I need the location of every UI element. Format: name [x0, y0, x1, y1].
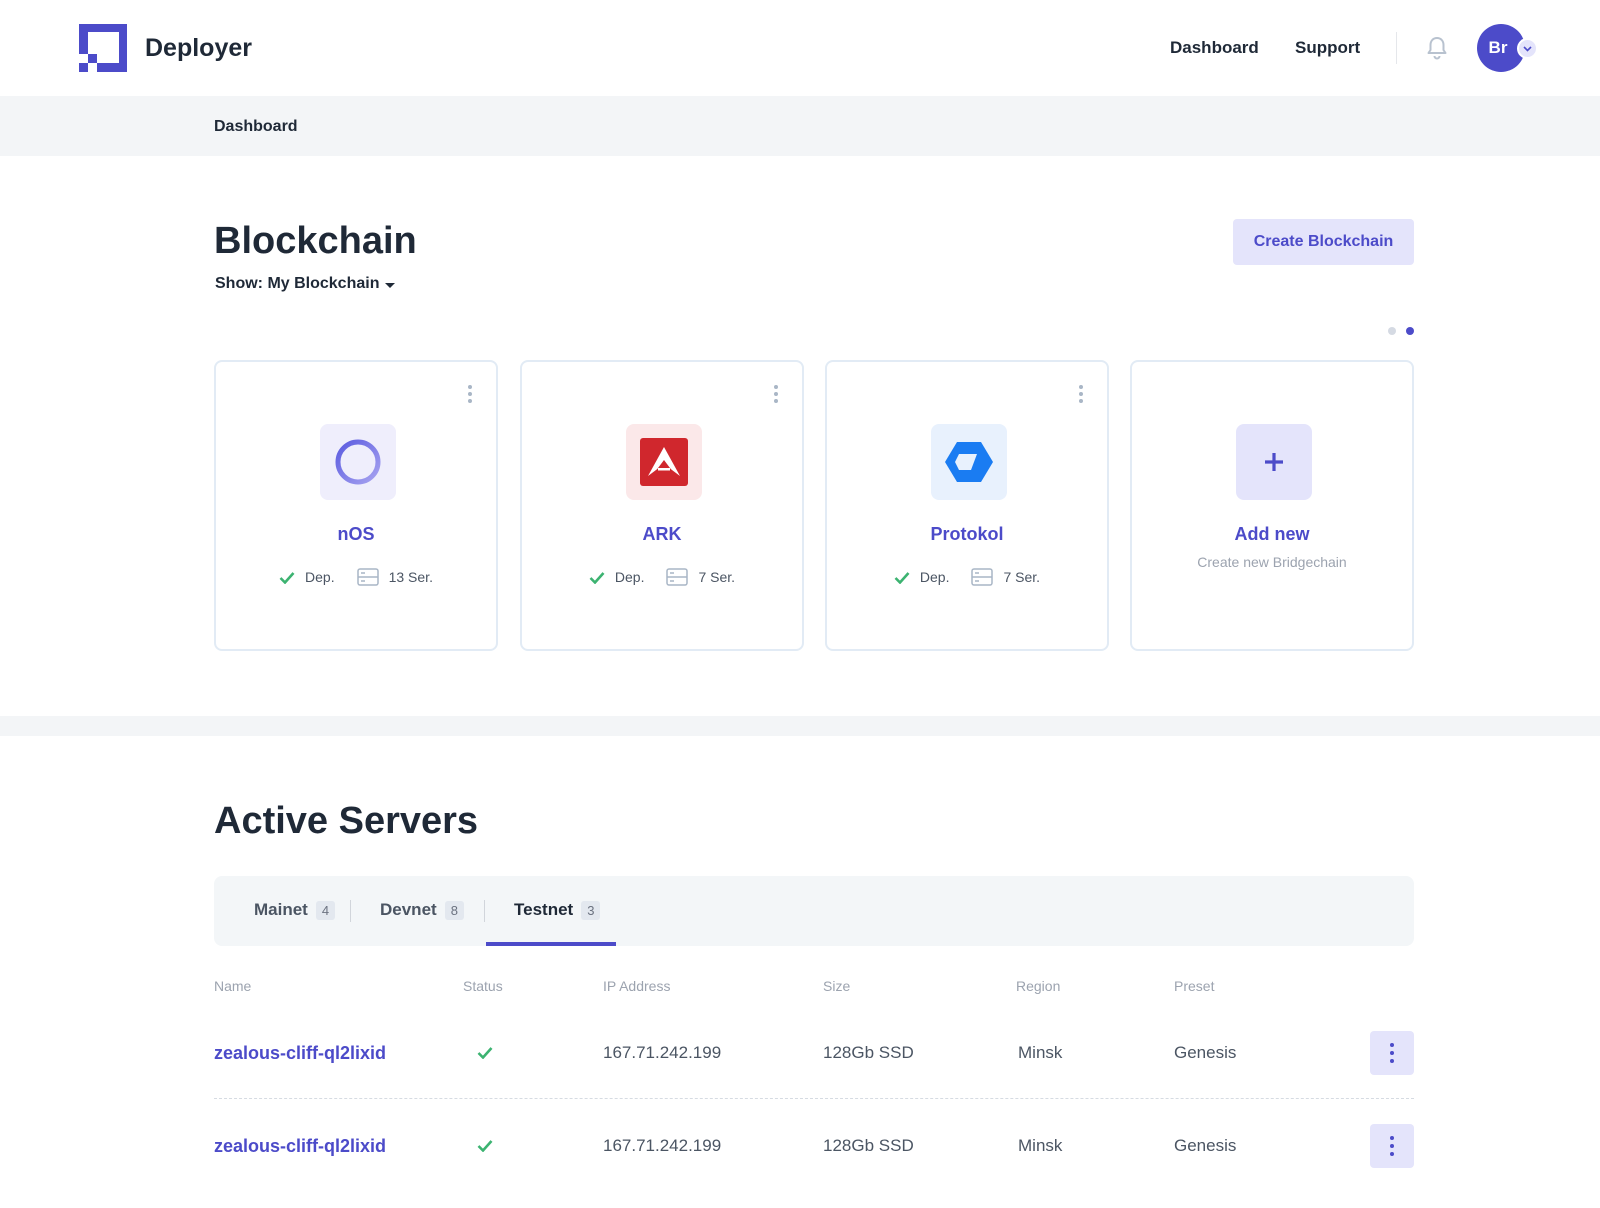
tab-count-badge: 4 — [315, 900, 336, 920]
top-header: Deployer Dashboard Support Br — [0, 0, 1600, 96]
server-ip: 167.71.242.199 — [603, 1043, 722, 1062]
server-name-link[interactable]: zealous-cliff-ql2lixid — [214, 1136, 386, 1157]
breadcrumb-bar: Dashboard — [0, 96, 1600, 156]
card-name[interactable]: nOS — [216, 524, 496, 545]
show-filter-label: Show: My Blockchain — [215, 275, 380, 292]
tab-mainet[interactable]: Mainet 4 — [254, 900, 336, 920]
breadcrumb[interactable]: Dashboard — [214, 118, 298, 136]
blockchain-card-ark[interactable]: ARK Dep. 7 Ser. — [520, 360, 804, 651]
server-icon — [971, 568, 994, 586]
server-size: 128Gb SSD — [823, 1136, 914, 1155]
card-name[interactable]: Protokol — [827, 524, 1107, 545]
deployer-logo[interactable] — [79, 24, 127, 72]
server-count: 7 Ser. — [1003, 569, 1041, 585]
row-actions-button[interactable] — [1370, 1124, 1414, 1168]
column-header-status[interactable]: Status — [463, 978, 503, 994]
server-icon — [666, 568, 689, 586]
nav-divider — [1396, 32, 1397, 64]
ark-logo — [626, 424, 702, 500]
server-preset: Genesis — [1174, 1043, 1237, 1062]
blockchain-card-nos[interactable]: nOS Dep. 13 Ser. — [214, 360, 498, 651]
avatar-initials: Br — [1488, 38, 1508, 57]
chevron-down-icon[interactable] — [1517, 38, 1538, 59]
show-filter-dropdown[interactable]: Show: My Blockchain — [215, 275, 396, 293]
deploy-status: Dep. — [614, 569, 645, 585]
tab-count-badge: 8 — [444, 900, 464, 920]
check-icon — [894, 571, 910, 584]
server-region: Minsk — [1018, 1136, 1063, 1155]
nav-dashboard[interactable]: Dashboard — [1170, 38, 1259, 58]
server-size: 128Gb SSD — [823, 1043, 914, 1062]
active-tab-indicator — [486, 942, 616, 946]
more-vertical-icon[interactable] — [768, 382, 784, 406]
add-blockchain-card[interactable]: Add new Create new Bridgechain — [1130, 360, 1414, 651]
tab-divider — [350, 900, 351, 922]
blockchain-card-protokol[interactable]: Protokol Dep. 7 Ser. — [825, 360, 1109, 651]
row-actions-button[interactable] — [1370, 1031, 1414, 1075]
tab-divider — [484, 900, 485, 922]
check-icon — [477, 1140, 493, 1152]
server-count: 7 Ser. — [698, 569, 736, 585]
create-blockchain-button[interactable]: Create Blockchain — [1233, 219, 1414, 265]
network-tabs: Mainet 4 Devnet 8 Testnet 3 — [214, 876, 1414, 946]
card-stats: Dep. 7 Ser. — [522, 568, 802, 586]
tab-label: Devnet — [380, 900, 437, 919]
tab-testnet[interactable]: Testnet 3 — [514, 900, 601, 920]
server-region: Minsk — [1018, 1043, 1063, 1062]
section-separator — [0, 716, 1600, 736]
column-header-preset[interactable]: Preset — [1174, 978, 1214, 994]
row-divider — [214, 1098, 1414, 1099]
nav-support[interactable]: Support — [1295, 38, 1360, 58]
card-stats: Dep. 7 Ser. — [827, 568, 1107, 586]
deploy-status: Dep. — [305, 569, 335, 585]
brand-name: Deployer — [145, 34, 252, 62]
check-icon — [279, 571, 295, 584]
column-header-size[interactable]: Size — [823, 978, 850, 994]
plus-icon[interactable] — [1236, 424, 1312, 500]
pager-dot-2[interactable] — [1406, 327, 1414, 335]
server-icon — [356, 568, 379, 586]
tab-devnet[interactable]: Devnet 8 — [380, 900, 464, 920]
server-ip: 167.71.242.199 — [603, 1136, 722, 1155]
server-name-link[interactable]: zealous-cliff-ql2lixid — [214, 1043, 386, 1064]
column-header-name[interactable]: Name — [214, 978, 251, 994]
nos-ring-logo — [320, 424, 396, 500]
add-new-title[interactable]: Add new — [1132, 524, 1412, 545]
caret-down-icon — [385, 283, 396, 288]
server-count: 13 Ser. — [388, 569, 433, 585]
check-icon — [589, 571, 605, 584]
check-icon — [477, 1047, 493, 1059]
server-preset: Genesis — [1174, 1136, 1237, 1155]
column-header-region[interactable]: Region — [1016, 978, 1060, 994]
add-new-subtitle: Create new Bridgechain — [1197, 554, 1347, 570]
tab-label: Testnet — [514, 900, 574, 919]
active-servers-title: Active Servers — [214, 800, 479, 842]
deploy-status: Dep. — [919, 569, 950, 585]
pager-dot-1[interactable] — [1388, 327, 1396, 335]
blockchain-title: Blockchain — [214, 220, 417, 262]
card-stats: Dep. 13 Ser. — [216, 568, 496, 586]
more-vertical-icon[interactable] — [1073, 382, 1089, 406]
card-name[interactable]: ARK — [522, 524, 802, 545]
tab-count-badge: 3 — [581, 900, 601, 920]
tab-label: Mainet — [254, 900, 308, 919]
protokol-hexagon-logo — [931, 424, 1007, 500]
more-vertical-icon[interactable] — [462, 382, 478, 406]
column-header-ip[interactable]: IP Address — [603, 978, 670, 994]
bell-icon[interactable] — [1426, 36, 1448, 60]
